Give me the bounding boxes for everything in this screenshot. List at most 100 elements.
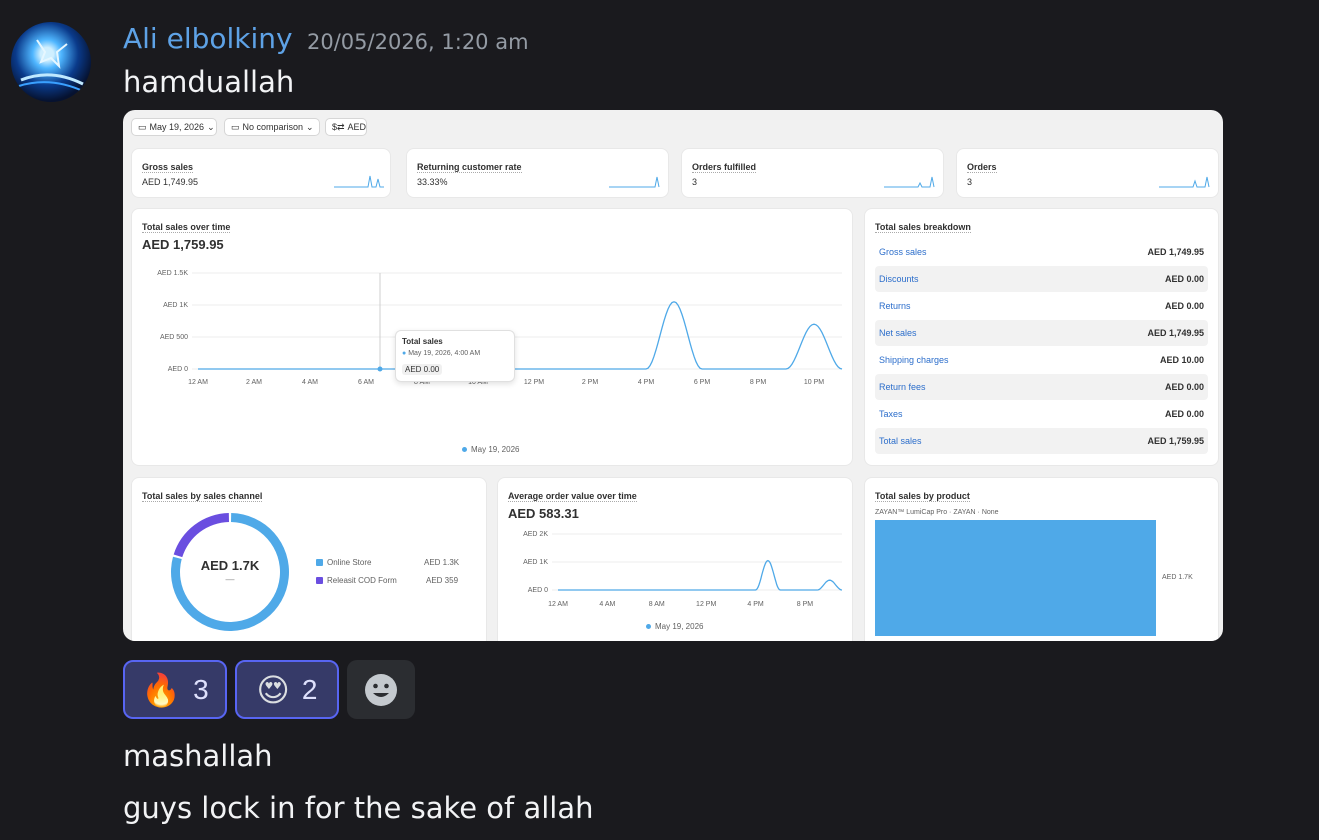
average-order-value-card[interactable]: Average order value over time AED 583.31… (497, 477, 853, 641)
date-filter-button[interactable]: ▭ May 19, 2026 ⌄ (131, 118, 217, 136)
x-tick-label: 4 AM (302, 379, 318, 386)
kpi-label: Returning customer rate (417, 162, 522, 173)
comparison-filter-button[interactable]: ▭ No comparison ⌄ (224, 118, 320, 136)
donut-slice-releasit-cod-form (173, 513, 230, 558)
message-text: guys lock in for the sake of allah (123, 791, 594, 825)
chart-title: Total sales over time (142, 222, 231, 233)
breakdown-link[interactable]: Discounts (879, 274, 919, 284)
product-bar[interactable] (875, 520, 1156, 636)
message-timestamp: 20/05/2026, 1:20 am (307, 30, 529, 54)
reaction-fire[interactable]: 🔥 3 (123, 660, 227, 719)
breakdown-value: AED 1,749.95 (1147, 247, 1204, 257)
breakdown-row[interactable]: Gross sales AED 1,749.95 (875, 239, 1208, 265)
heart-eyes-icon: 😍 (256, 670, 290, 709)
aov-title: Average order value over time (508, 491, 637, 502)
hover-point (377, 366, 383, 372)
breakdown-link[interactable]: Shipping charges (879, 355, 949, 365)
y-tick-label: AED 2K (523, 531, 548, 538)
x-tick-label: 10 PM (804, 379, 824, 386)
chevron-down-icon: ⌄ (207, 121, 215, 132)
add-reaction-button[interactable] (347, 660, 415, 719)
channel-name: Releasit COD Form (327, 576, 397, 585)
tooltip-date-row: ● May 19, 2026, 4:00 AM (402, 350, 480, 357)
reaction-heart-eyes[interactable]: 😍 2 (235, 660, 339, 719)
x-tick-label: 6 AM (358, 379, 374, 386)
chart-tooltip: Total sales ● May 19, 2026, 4:00 AM AED … (395, 330, 515, 382)
breakdown-row[interactable]: Taxes AED 0.00 (875, 401, 1208, 427)
reaction-count: 3 (193, 673, 209, 705)
legend-swatch (316, 577, 323, 584)
breakdown-row[interactable]: Discounts AED 0.00 (875, 266, 1208, 292)
x-tick-label: 12 AM (188, 379, 208, 386)
total-sales-breakdown-card[interactable]: Total sales breakdown Gross sales AED 1,7… (864, 208, 1219, 466)
breakdown-value: AED 10.00 (1159, 355, 1204, 365)
breakdown-row[interactable]: Return fees AED 0.00 (875, 374, 1208, 400)
breakdown-link[interactable]: Returns (879, 301, 911, 311)
channel-name: Online Store (327, 558, 372, 567)
breakdown-row[interactable]: Shipping charges AED 10.00 (875, 347, 1208, 373)
y-tick-label: AED 1.5K (157, 270, 188, 277)
attached-screenshot[interactable]: ▭ May 19, 2026 ⌄ ▭ No comparison ⌄ $⇄ AE… (123, 110, 1223, 641)
aov-total: AED 583.31 (508, 506, 579, 521)
y-tick-label: AED 1K (163, 302, 188, 309)
channel-title: Total sales by sales channel (142, 491, 263, 502)
fire-icon: 🔥 (141, 670, 182, 709)
kpi-value: AED 1,749.95 (142, 177, 199, 187)
breakdown-link[interactable]: Taxes (879, 409, 903, 419)
breakdown-link[interactable]: Net sales (879, 328, 917, 338)
x-tick-label: 6 PM (694, 379, 711, 386)
legend-swatch (316, 559, 323, 566)
product-name: ZAYAN™ LumiCap Pro · ZAYAN · None (875, 509, 999, 516)
kpi-label: Gross sales (142, 162, 194, 173)
tooltip-title: Total sales (402, 337, 443, 346)
kpi-sparkline (334, 175, 384, 188)
x-tick-label: 4 AM (599, 601, 615, 608)
breakdown-row[interactable]: Returns AED 0.00 (875, 293, 1208, 319)
breakdown-link[interactable]: Return fees (879, 382, 926, 392)
comparison-filter-label: No comparison (242, 122, 304, 132)
series-line (558, 559, 843, 591)
sales-by-channel-card[interactable]: Total sales by sales channel AED 1.7K — … (131, 477, 487, 641)
x-tick-label: 4 PM (747, 601, 764, 608)
chart-total: AED 1,759.95 (142, 237, 224, 252)
channel-legend-item: Releasit COD Form (316, 576, 397, 585)
legend-dot (462, 447, 467, 452)
kpi-label: Orders fulfilled (692, 162, 757, 173)
breakdown-value: AED 0.00 (1164, 301, 1204, 311)
breakdown-link[interactable]: Total sales (879, 436, 922, 446)
reaction-count: 2 (301, 673, 318, 705)
chart-legend: May 19, 2026 (646, 622, 703, 631)
kpi-card-orders[interactable]: Orders 3 (956, 148, 1219, 198)
message-text: mashallah (123, 739, 273, 773)
smiley-add-icon (365, 673, 397, 706)
x-tick-label: 12 PM (524, 379, 544, 386)
currency-filter-button[interactable]: $⇄ AED (325, 118, 367, 136)
donut-center-sub: — (225, 574, 235, 584)
kpi-card-orders-fulfilled[interactable]: Orders fulfilled 3 (681, 148, 944, 198)
breakdown-row[interactable]: Net sales AED 1,749.95 (875, 320, 1208, 346)
sales-by-product-card[interactable]: Total sales by product ZAYAN™ LumiCap Pr… (864, 477, 1219, 641)
y-tick-label: AED 500 (160, 334, 188, 341)
breakdown-value: AED 0.00 (1164, 409, 1204, 419)
kpi-value: 33.33% (417, 177, 448, 187)
kpi-card-returning-customer-rate[interactable]: Returning customer rate 33.33% (406, 148, 669, 198)
x-tick-label: 2 AM (246, 379, 262, 386)
message-author[interactable]: Ali elbolkiny (123, 22, 293, 55)
aov-line-chart: AED 0 AED 1K AED 2K 12 AM 4 AM 8 AM 12 PM 4 PM 8… (523, 531, 843, 608)
message-text: hamduallah (123, 65, 295, 99)
legend-dot (646, 624, 651, 629)
breakdown-row[interactable]: Total sales AED 1,759.95 (875, 428, 1208, 454)
x-tick-label: 2 PM (582, 379, 599, 386)
kpi-value: 3 (692, 177, 698, 187)
y-tick-label: AED 0 (168, 366, 188, 373)
chart-legend: May 19, 2026 (462, 445, 519, 454)
kpi-label: Orders (967, 162, 997, 173)
kpi-card-gross-sales[interactable]: Gross sales AED 1,749.95 (131, 148, 391, 198)
x-tick-label: 12 AM (548, 601, 568, 608)
tooltip-value: AED 0.00 (402, 364, 443, 375)
breakdown-value: AED 0.00 (1164, 274, 1204, 284)
avatar[interactable] (11, 22, 91, 102)
product-title: Total sales by product (875, 491, 970, 502)
breakdown-link[interactable]: Gross sales (879, 247, 927, 257)
tooltip-date: May 19, 2026, 4:00 AM (408, 350, 481, 357)
